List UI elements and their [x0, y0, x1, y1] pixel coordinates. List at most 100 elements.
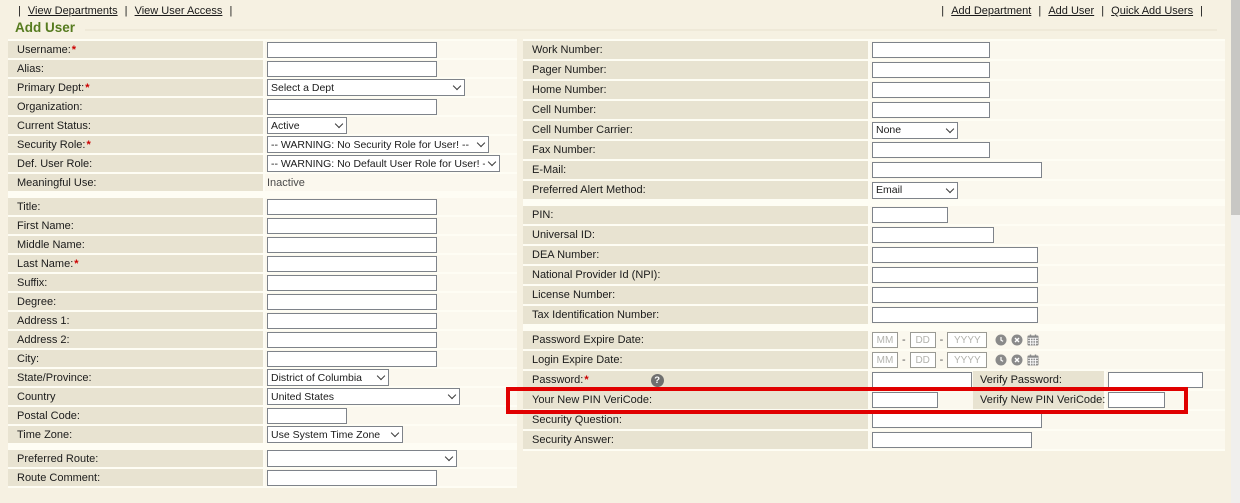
field-value-cell: [265, 236, 517, 253]
universal-id-input[interactable]: [872, 227, 994, 243]
nav-link-quick-add-users[interactable]: Quick Add Users: [1111, 5, 1193, 17]
form-row-city: City:: [8, 350, 517, 367]
home-number-input[interactable]: [872, 82, 990, 98]
chevron-down-icon: [445, 453, 453, 461]
clock-icon[interactable]: [995, 334, 1007, 346]
address-1-input[interactable]: [267, 313, 437, 329]
alias-input[interactable]: [267, 61, 437, 77]
verify-new-pin-vericode-input[interactable]: [1108, 392, 1165, 408]
calendar-icon[interactable]: [1027, 354, 1039, 366]
e-mail-input[interactable]: [872, 162, 1042, 178]
scrollbar-thumb[interactable]: [1231, 0, 1240, 215]
degree-input[interactable]: [267, 294, 437, 310]
nav-link-view-user-access[interactable]: View User Access: [135, 5, 223, 17]
chevron-down-icon: [377, 372, 385, 380]
field-label-cell: Suffix:: [8, 274, 265, 291]
field-label-cell: License Number:: [523, 286, 870, 304]
field-value-cell: [870, 411, 1225, 429]
state-province-select[interactable]: District of Columbia: [267, 369, 389, 386]
field-label-cell: Pager Number:: [523, 61, 870, 79]
tax-identification-number-input[interactable]: [872, 307, 1038, 323]
vertical-scrollbar[interactable]: [1231, 0, 1240, 503]
field-label-cell: Postal Code:: [8, 407, 265, 424]
field-label: Alias:: [17, 63, 44, 75]
security-role-select[interactable]: -- WARNING: No Security Role for User! -…: [267, 136, 489, 153]
form-row-tax-identification-number: Tax Identification Number:: [523, 306, 1225, 324]
national-provider-id-npi-input[interactable]: [872, 267, 1038, 283]
clock-icon[interactable]: [995, 354, 1007, 366]
form-row-password-expire-date: Password Expire Date:--: [523, 331, 1225, 349]
form-row-login-expire-date: Login Expire Date:--: [523, 351, 1225, 369]
preferred-alert-method-select[interactable]: Email: [872, 182, 958, 199]
field-value-cell: Inactive: [265, 174, 517, 191]
field-label: Title:: [17, 201, 40, 213]
field-label-cell: Address 1:: [8, 312, 265, 329]
password-expire-date-yyyy-input[interactable]: [947, 332, 987, 348]
field-value-cell: [870, 391, 973, 409]
your-new-pin-vericode-input[interactable]: [872, 392, 938, 408]
postal-code-input[interactable]: [267, 408, 347, 424]
country-select[interactable]: United States: [267, 388, 460, 405]
field-value-cell: [1106, 391, 1225, 409]
organization-input[interactable]: [267, 99, 437, 115]
title-input[interactable]: [267, 199, 437, 215]
middle-name-input[interactable]: [267, 237, 437, 253]
form-row-first-name: First Name:: [8, 217, 517, 234]
work-number-input[interactable]: [872, 42, 990, 58]
route-comment-input[interactable]: [267, 470, 437, 486]
dea-number-input[interactable]: [872, 247, 1038, 263]
city-input[interactable]: [267, 351, 437, 367]
cell-number-carrier-select[interactable]: None: [872, 122, 958, 139]
security-question-input[interactable]: [872, 412, 1042, 428]
field-label-cell: Password:*?: [523, 371, 870, 389]
clear-icon[interactable]: [1011, 334, 1023, 346]
field-label: Your New PIN VeriCode:: [532, 394, 652, 406]
password-input[interactable]: [872, 372, 972, 388]
password-expire-date-mm-input[interactable]: [872, 332, 898, 348]
fax-number-input[interactable]: [872, 142, 990, 158]
field-label-cell: Country: [8, 388, 265, 405]
last-name-input[interactable]: [267, 256, 437, 272]
field-label: Preferred Route:: [17, 453, 98, 465]
def-user-role-select[interactable]: -- WARNING: No Default User Role for Use…: [267, 155, 500, 172]
field-label: Verify New PIN VeriCode:: [980, 394, 1105, 406]
verify-password-input[interactable]: [1108, 372, 1203, 388]
login-expire-date-yyyy-input[interactable]: [947, 352, 987, 368]
preferred-route-select[interactable]: [267, 450, 457, 467]
time-zone-select[interactable]: Use System Time Zone: [267, 426, 403, 443]
license-number-input[interactable]: [872, 287, 1038, 303]
password-expire-date-dd-input[interactable]: [910, 332, 936, 348]
field-label: Meaningful Use:: [17, 177, 97, 189]
add-user-form: Username:*Alias:Primary Dept:*Select a D…: [0, 39, 1231, 488]
nav-link-view-departments[interactable]: View Departments: [28, 5, 118, 17]
cell-number-input[interactable]: [872, 102, 990, 118]
field-label-cell: State/Province:: [8, 369, 265, 386]
form-row-security-answer: Security Answer:: [523, 431, 1225, 449]
chevron-down-icon: [335, 120, 343, 128]
field-label: Cell Number:: [532, 104, 596, 116]
field-label: Universal ID:: [532, 229, 595, 241]
nav-link-add-department[interactable]: Add Department: [951, 5, 1031, 17]
calendar-icon[interactable]: [1027, 334, 1039, 346]
top-link-bar: | View Departments | View User Access | …: [0, 0, 1231, 17]
primary-dept-select[interactable]: Select a Dept: [267, 79, 465, 96]
field-label-cell: PIN:: [523, 206, 870, 224]
help-icon[interactable]: ?: [651, 374, 664, 387]
form-row-address-2: Address 2:: [8, 331, 517, 348]
first-name-input[interactable]: [267, 218, 437, 234]
suffix-input[interactable]: [267, 275, 437, 291]
form-row-username: Username:*: [8, 41, 517, 58]
pin-input[interactable]: [872, 207, 948, 223]
pager-number-input[interactable]: [872, 62, 990, 78]
clear-icon[interactable]: [1011, 354, 1023, 366]
security-answer-input[interactable]: [872, 432, 1032, 448]
current-status-select[interactable]: Active: [267, 117, 347, 134]
field-label: Suffix:: [17, 277, 47, 289]
username-input[interactable]: [267, 42, 437, 58]
field-label: Route Comment:: [17, 472, 100, 484]
nav-link-add-user[interactable]: Add User: [1048, 5, 1094, 17]
address-2-input[interactable]: [267, 332, 437, 348]
login-expire-date-dd-input[interactable]: [910, 352, 936, 368]
field-value-cell: [265, 450, 517, 467]
login-expire-date-mm-input[interactable]: [872, 352, 898, 368]
